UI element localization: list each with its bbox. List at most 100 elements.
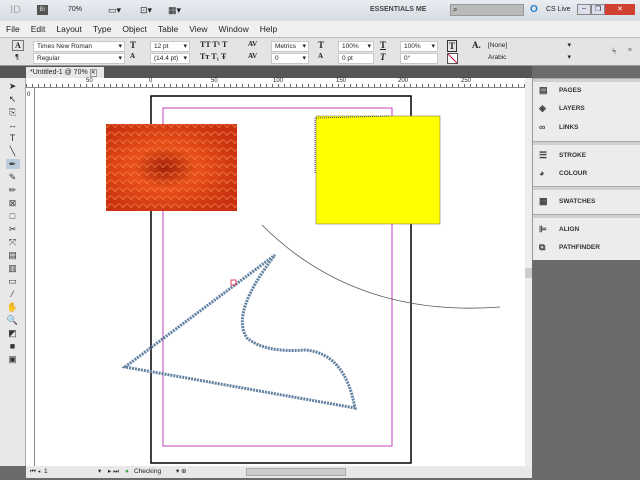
menu-layout[interactable]: Layout <box>56 24 82 34</box>
align-icon: ⊫ <box>539 224 547 234</box>
type-on-path-tool-icon[interactable]: ✒ <box>5 159 20 169</box>
line-tool-icon[interactable]: ╲ <box>6 146 20 156</box>
tracking-field[interactable]: 0 <box>271 53 309 64</box>
ruler-label: 100 <box>273 78 284 84</box>
pencil-tool-icon[interactable]: ✏ <box>6 185 20 195</box>
scissors-tool-icon[interactable]: ✂ <box>6 224 20 234</box>
view-options-icon[interactable]: ▭▾ <box>108 5 121 16</box>
view-mode-icon[interactable]: ▣ <box>6 354 20 364</box>
search-input[interactable]: ⌕ <box>450 4 524 16</box>
gradient-tool-icon[interactable]: ▤ <box>6 250 20 260</box>
menu-file[interactable]: File <box>6 24 20 34</box>
skew-field[interactable]: 0° <box>400 53 438 64</box>
rectangle-tool-icon[interactable]: □ <box>6 211 20 221</box>
ruler-label: 150 <box>336 78 347 84</box>
character-mode-icon[interactable]: A <box>12 40 24 51</box>
font-style-dropdown[interactable]: Regular <box>33 53 125 64</box>
panel-menu-icon[interactable]: ≡ <box>628 46 632 54</box>
note-tool-icon[interactable]: ▭ <box>6 276 20 286</box>
small-caps-icon[interactable]: Tт T₁ Ŧ <box>200 52 226 61</box>
horizontal-scrollbar[interactable] <box>246 468 346 476</box>
minimize-button[interactable]: – <box>577 4 591 15</box>
swatches-icon: ▦ <box>539 196 548 206</box>
type-tool-icon[interactable]: T <box>6 133 20 143</box>
colour-icon: ◕ <box>539 168 545 178</box>
direct-selection-tool-icon[interactable]: ↖ <box>6 94 20 104</box>
baseline-shift-field[interactable]: 0 pt <box>338 53 374 64</box>
vertical-scale-icon: T <box>318 40 325 50</box>
document-tab[interactable]: *Untitled-1 @ 70% ✕ <box>26 67 104 78</box>
rectangle-frame-tool-icon[interactable]: ⊠ <box>6 198 20 208</box>
language-dropdown[interactable]: Arabic <box>485 53 573 64</box>
arrange-documents-icon[interactable]: ▦▾ <box>168 5 181 16</box>
preflight-icon: ● <box>125 468 129 475</box>
page-number-field[interactable]: 1 <box>44 466 48 478</box>
stroke-swatch-icon[interactable] <box>447 53 458 64</box>
panel-pages[interactable]: ▤ PAGES <box>539 86 581 95</box>
panel-pathfinder[interactable]: ⧉ PATHFINDER <box>539 243 600 252</box>
font-family-dropdown[interactable]: Times New Roman <box>33 41 125 52</box>
fill-swatch-icon[interactable]: T <box>447 40 458 52</box>
menu-view[interactable]: View <box>189 24 207 34</box>
status-bar: ⏮ ◂ 1 ▾ ▸ ⏭ ● Checking ▾ ⊕ <box>26 466 532 478</box>
all-caps-icon[interactable]: TT T¹ T <box>200 40 227 49</box>
close-button[interactable]: ✕ <box>605 4 635 15</box>
flower-image[interactable] <box>106 124 237 211</box>
panel-swatches[interactable]: ▦ SWATCHES <box>539 197 595 206</box>
next-page-button[interactable]: ▸ ⏭ <box>108 466 119 478</box>
menu-window[interactable]: Window <box>219 24 249 34</box>
panel-stroke[interactable]: ☰ STROKE <box>539 151 586 160</box>
eyedropper-tool-icon[interactable]: ⁄ <box>6 289 20 299</box>
ruler-label: 50 <box>211 78 218 84</box>
zoom-tool-icon[interactable]: 🔍 <box>6 315 20 325</box>
gradient-feather-tool-icon[interactable]: ▥ <box>6 263 20 273</box>
baseline-shift-icon: A <box>318 52 324 60</box>
menu-table[interactable]: Table <box>158 24 178 34</box>
pages-icon: ▤ <box>539 85 548 95</box>
zoom-level-dropdown[interactable]: 70% <box>68 6 82 13</box>
vertical-scrollbar[interactable] <box>525 78 532 466</box>
pasteboard[interactable] <box>35 88 525 466</box>
yellow-rectangle[interactable] <box>315 115 441 225</box>
quick-apply-icon[interactable]: ϟ <box>612 46 616 56</box>
menu-type[interactable]: Type <box>93 24 111 34</box>
cs-live-icon: O <box>530 4 538 15</box>
leading-field[interactable]: (14.4 pt) <box>150 53 190 64</box>
horizontal-scale-field[interactable]: 100% <box>400 41 438 52</box>
preflight-menu-icon[interactable]: ▾ ⊕ <box>176 466 187 478</box>
workspace-switcher[interactable]: ESSENTIALS ME <box>370 6 426 13</box>
menu-help[interactable]: Help <box>260 24 277 34</box>
preflight-status[interactable]: Checking <box>134 466 161 478</box>
panel-links[interactable]: ∞ LINKS <box>539 123 579 132</box>
font-size-field[interactable]: 12 pt <box>150 41 190 52</box>
horizontal-ruler[interactable]: 50 0 50 100 150 200 250 <box>26 78 532 88</box>
page-dropdown-icon[interactable]: ▾ <box>98 466 101 478</box>
selection-tool-icon[interactable]: ➤ <box>6 81 20 91</box>
vertical-scale-field[interactable]: 100% <box>338 41 374 52</box>
free-transform-tool-icon[interactable]: ⤧ <box>6 237 20 247</box>
pen-tool-icon[interactable]: ✎ <box>6 172 20 182</box>
menu-bar: File Edit Layout Type Object Table View … <box>0 21 640 37</box>
screen-mode-icon[interactable]: ⊡▾ <box>140 5 152 16</box>
first-page-button[interactable]: ⏮ ◂ <box>30 466 41 478</box>
paragraph-mode-icon[interactable]: ¶ <box>15 53 19 61</box>
panel-colour[interactable]: ◕ COLOUR <box>539 169 587 178</box>
panel-layers[interactable]: ◈ LAYERS <box>539 104 585 113</box>
ruler-label: 200 <box>398 78 409 84</box>
kerning-dropdown[interactable]: Metrics <box>271 41 309 52</box>
hand-tool-icon[interactable]: ✋ <box>6 302 20 312</box>
menu-edit[interactable]: Edit <box>31 24 46 34</box>
menu-object[interactable]: Object <box>122 24 147 34</box>
gap-tool-icon[interactable]: ↔ <box>6 120 20 130</box>
close-tab-icon[interactable]: ✕ <box>89 69 97 77</box>
bridge-button[interactable]: Br <box>37 5 48 15</box>
document-tab-title: *Untitled-1 @ 70% <box>30 69 88 76</box>
vertical-ruler[interactable]: 0 <box>26 88 35 466</box>
restore-button[interactable]: ❐ <box>591 4 605 15</box>
panel-align[interactable]: ⊫ ALIGN <box>539 225 579 234</box>
fill-stroke-icon[interactable]: ◩ <box>6 328 20 338</box>
character-style-dropdown[interactable]: [None] <box>485 41 573 52</box>
page-tool-icon[interactable]: ⎘ <box>6 107 20 117</box>
cs-live-button[interactable]: CS Live <box>546 6 571 13</box>
apply-color-icon[interactable]: ■ <box>6 341 20 351</box>
